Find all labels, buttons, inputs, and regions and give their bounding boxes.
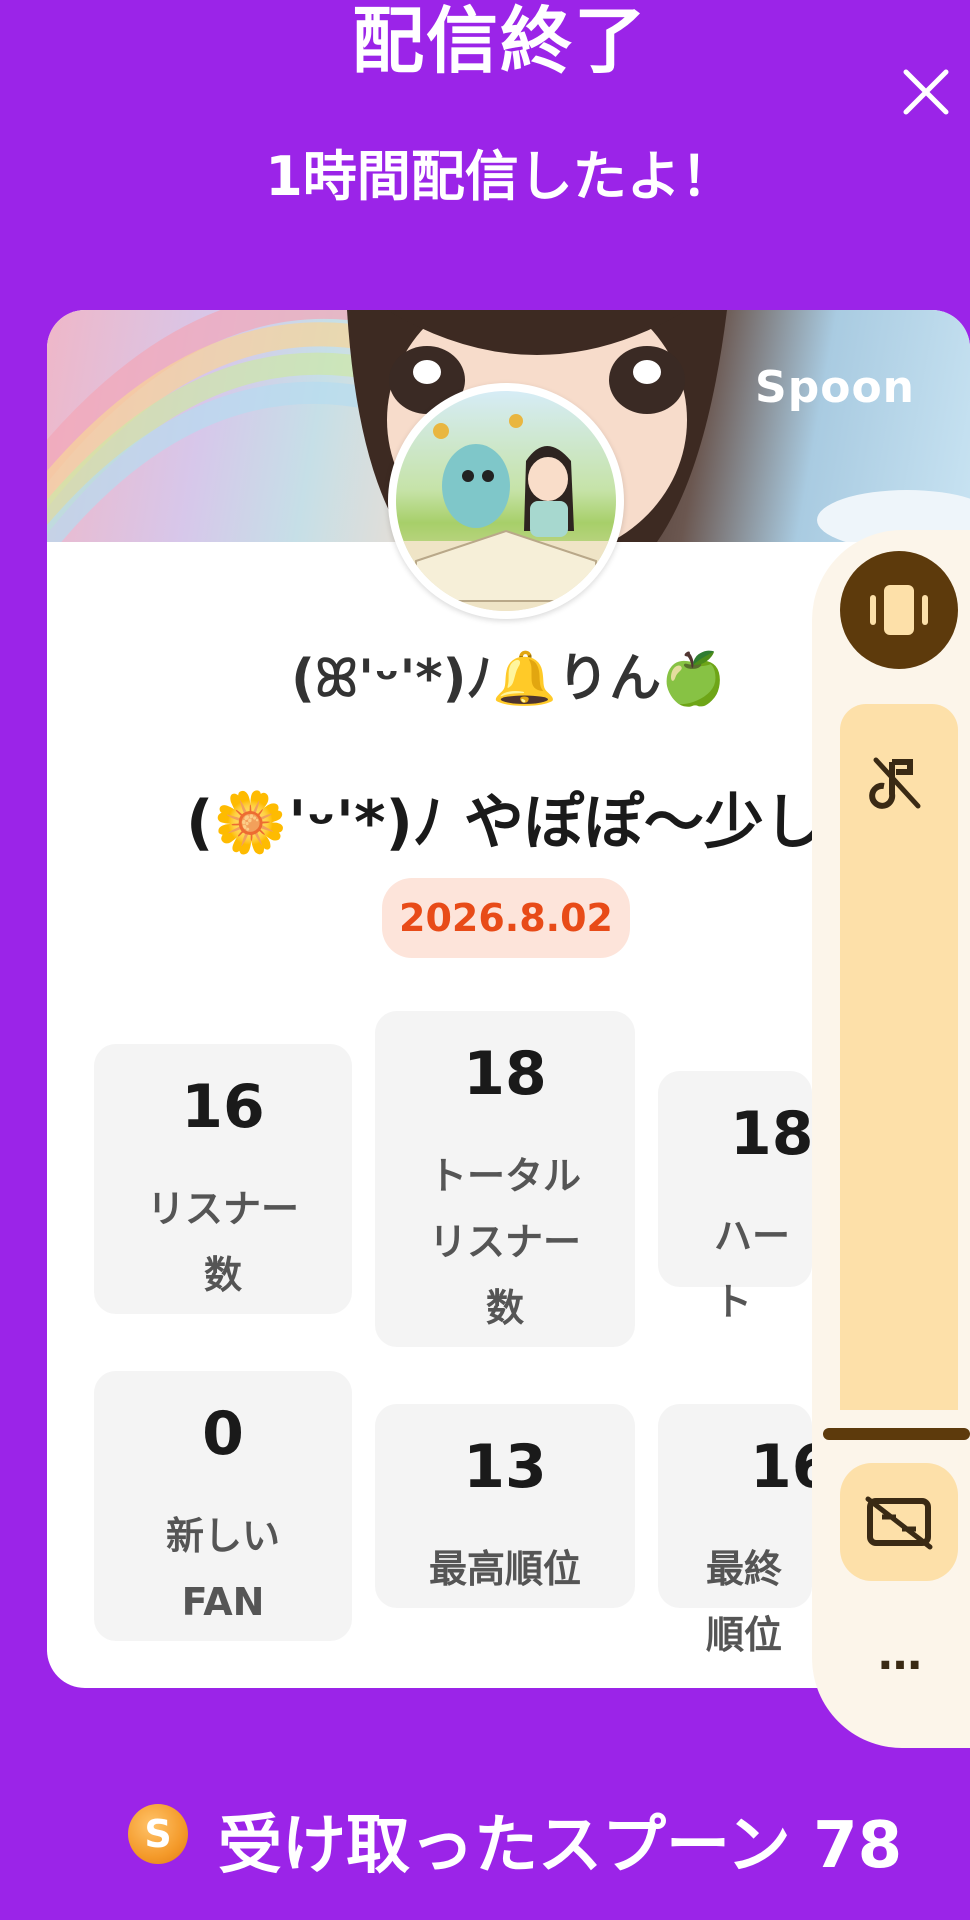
captions-toggle-button[interactable] [840,1463,958,1581]
vibrate-toggle-button[interactable] [840,551,958,669]
broadcast-title: (🌼'ᵕ'*)ﾉ やぽぽ〜少し [186,788,824,858]
spoon-coin-icon: S [128,1804,188,1864]
date-badge: 2026.8.02 [382,878,630,958]
stat-hearts: 185 ハート [658,1071,855,1324]
avatar-illustration [396,414,616,611]
spoon-logo: Spoon [755,362,915,413]
avatar[interactable] [388,383,624,619]
close-button[interactable] [896,62,956,122]
volume-slider[interactable] [840,704,958,1410]
stat-final-rank: 16 最終順位 [658,1404,834,1657]
slider-divider [823,1428,970,1440]
stat-total-listeners: 18 トータル リスナー 数 [375,1011,635,1347]
captions-off-icon [865,1496,933,1550]
vibrate-icon [870,585,928,635]
music-off-icon [869,757,921,809]
stat-highest-rank: 13 最高順位 [375,1404,635,1608]
stat-new-fans: 0 新しい FAN [94,1371,352,1641]
more-options-button[interactable]: … [870,1633,930,1680]
stream-duration-subtitle: 1時間配信したよ！ [265,145,735,208]
close-icon [903,69,949,115]
page-title: 配信終了 [351,0,648,83]
received-spoons-text: 受け取ったスプーン 78 [218,1809,903,1883]
stat-listeners: 16 リスナー 数 [94,1044,352,1314]
